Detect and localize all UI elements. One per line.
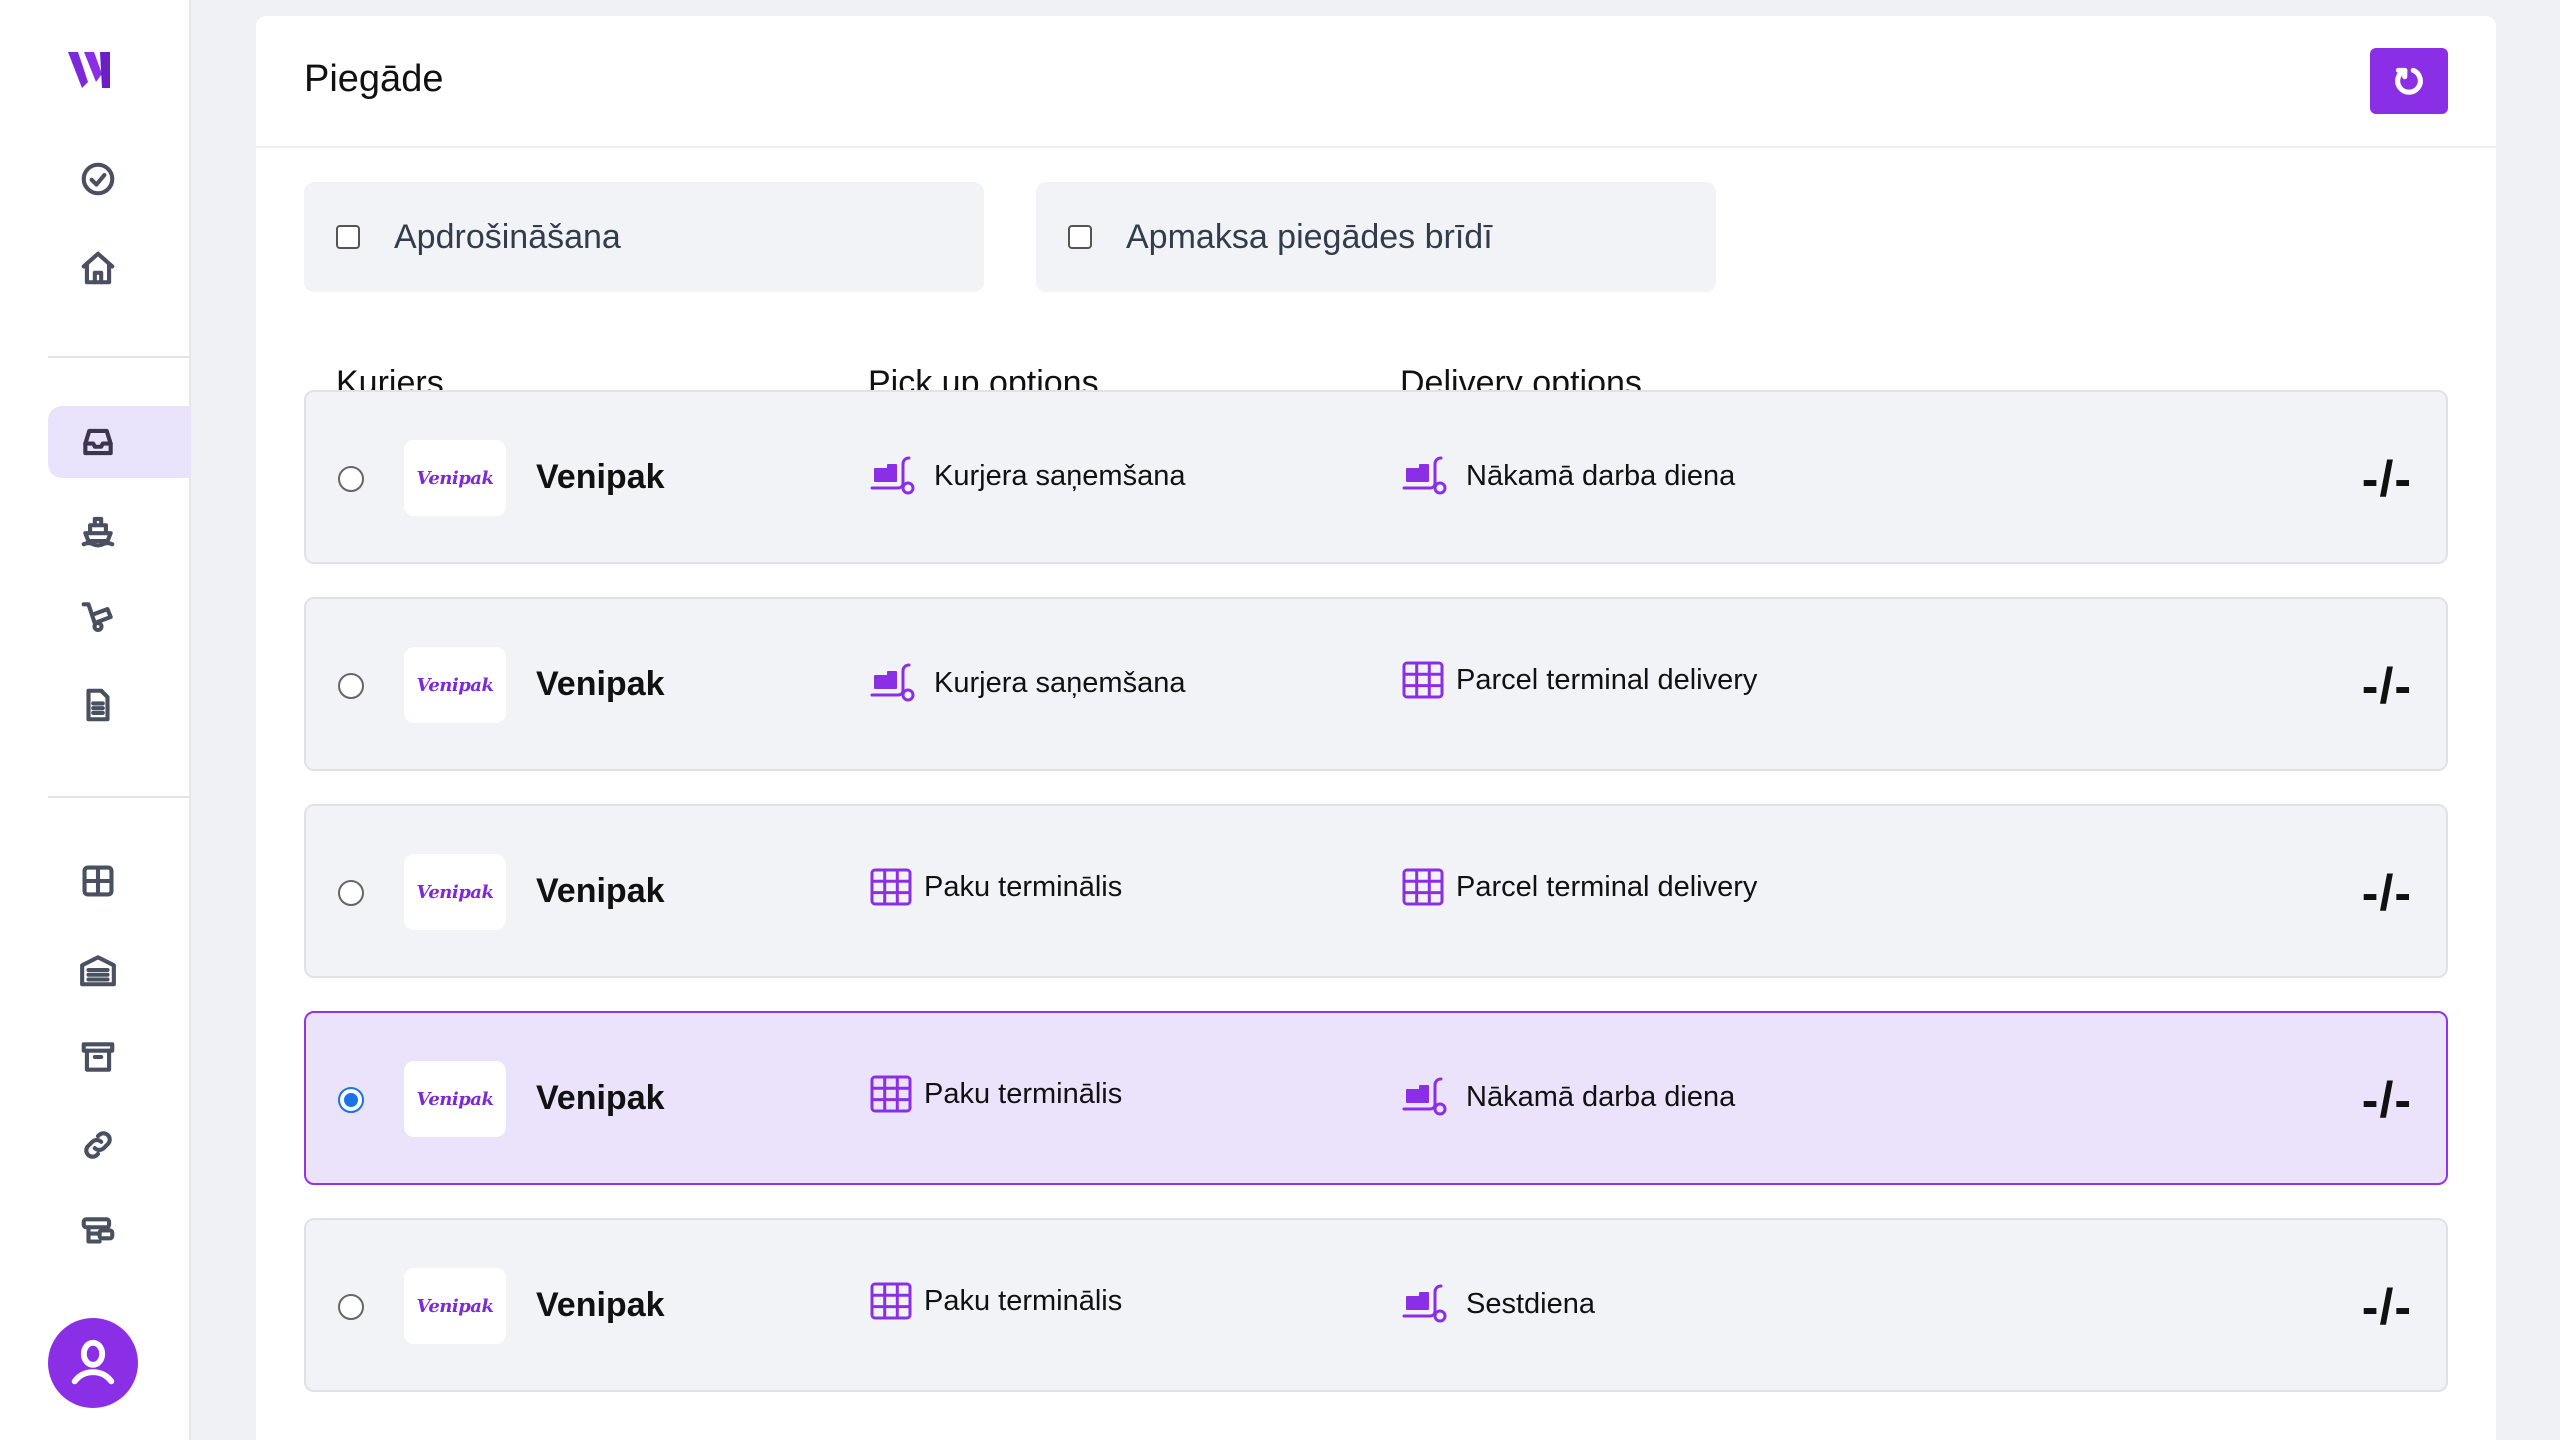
insurance-option[interactable]: Apdrošināšana (304, 182, 984, 292)
pickup-option: Kurjera saņemšana (870, 454, 1185, 498)
price: -/- (2361, 1279, 2412, 1335)
carrier-name: Venipak (536, 458, 665, 496)
parcel-terminal-icon (870, 1282, 912, 1320)
delivery-option: Parcel terminal delivery (1402, 868, 1757, 906)
delivery-option: Sestdiena (1402, 1282, 1595, 1326)
carrier-name: Venipak (536, 665, 665, 703)
pickup-option: Paku terminālis (870, 868, 1122, 906)
courier-radio[interactable] (338, 880, 364, 906)
sidebar-item-warehouse[interactable] (48, 934, 191, 1006)
carrier-logo: Venipak (404, 1268, 506, 1344)
parcel-terminal-icon (870, 868, 912, 906)
delivery-option: Nākamā darba diena (1402, 454, 1735, 498)
user-icon (71, 1339, 115, 1385)
delivery-option-label: Parcel terminal delivery (1456, 870, 1758, 903)
carrier-name: Venipak (536, 1286, 665, 1324)
sidebar-item-pickups[interactable] (48, 581, 191, 653)
pickup-option-label: Paku terminālis (924, 1284, 1123, 1317)
delivery-option-label: Parcel terminal delivery (1456, 663, 1758, 696)
cod-label: Apmaksa piegādes brīdī (1126, 217, 1493, 256)
sidebar-item-home[interactable] (48, 232, 191, 304)
courier-truck-icon (1402, 456, 1447, 495)
carrier-name: Venipak (536, 1079, 665, 1117)
delivery-option-label: Nākamā darba diena (1466, 459, 1736, 492)
price: -/- (2361, 865, 2412, 921)
insurance-label: Apdrošināšana (394, 217, 621, 256)
check-circle-icon (81, 162, 114, 196)
inbox-icon (82, 428, 113, 456)
courier-radio[interactable] (338, 1294, 364, 1320)
parcel-terminal-icon (1402, 868, 1444, 906)
carrier-logo: Venipak (404, 854, 506, 930)
sidebar-item-inbox[interactable] (48, 406, 191, 478)
sidebar-item-shipping[interactable] (48, 494, 191, 566)
archive-icon (81, 1042, 114, 1072)
pickup-option: Paku terminālis (870, 1075, 1122, 1113)
delivery-option: Nākamā darba diena (1402, 1075, 1735, 1119)
home-icon (81, 251, 114, 285)
price: -/- (2361, 451, 2412, 507)
pickup-option-label: Paku terminālis (924, 870, 1123, 903)
sidebar-divider (48, 796, 191, 798)
carrier-logo-text: Venipak (416, 1088, 494, 1110)
carrier-logo: Venipak (404, 440, 506, 516)
carrier-logo-text: Venipak (416, 1295, 494, 1317)
refresh-icon (2395, 67, 2423, 95)
grid-icon (81, 865, 114, 897)
pickup-option-label: Kurjera saņemšana (934, 666, 1186, 699)
sidebar-item-settings[interactable] (48, 1196, 191, 1268)
courier-truck-icon (1402, 1284, 1447, 1323)
sidebar-item-documents[interactable] (48, 669, 191, 741)
carrier-logo-text: Venipak (416, 881, 494, 903)
carrier-name: Venipak (536, 872, 665, 910)
parcel-terminal-icon (870, 1075, 912, 1113)
hand-truck-icon (81, 602, 113, 633)
courier-row[interactable]: Venipak Venipak Paku terminālis Sestdiena -/… (304, 1218, 2448, 1392)
sidebar-item-integrations[interactable] (48, 1109, 191, 1181)
courier-truck-icon (1402, 1077, 1447, 1116)
carrier-logo-text: Venipak (416, 467, 494, 489)
courier-row[interactable]: Venipak Venipak Kurjera saņemšana Nākamā da… (304, 390, 2448, 564)
insurance-checkbox[interactable] (336, 225, 360, 249)
cod-checkbox[interactable] (1068, 225, 1092, 249)
sidebar (0, 0, 191, 1440)
carrier-logo-text: Venipak (416, 674, 494, 696)
venipak-logo-icon[interactable] (66, 48, 114, 92)
pickup-option: Kurjera saņemšana (870, 661, 1185, 705)
sidebar-item-dashboard[interactable] (48, 845, 191, 917)
parcel-terminal-icon (1402, 661, 1444, 699)
pickup-option-label: Paku terminālis (924, 1077, 1123, 1110)
ship-icon (81, 516, 114, 548)
delivery-card: Piegāde Apdrošināšana Apmaksa piegādes b… (256, 16, 2496, 1440)
document-icon (85, 688, 110, 722)
user-avatar[interactable] (48, 1318, 138, 1408)
price: -/- (2361, 658, 2412, 714)
price: -/- (2361, 1072, 2412, 1128)
refresh-button[interactable] (2370, 48, 2448, 114)
delivery-option: Parcel terminal delivery (1402, 661, 1757, 699)
carrier-logo: Venipak (404, 1061, 506, 1137)
pickup-option: Paku terminālis (870, 1282, 1122, 1320)
carrier-logo: Venipak (404, 647, 506, 723)
link-icon (83, 1131, 112, 1159)
sidebar-item-archive[interactable] (48, 1021, 191, 1093)
cod-option[interactable]: Apmaksa piegādes brīdī (1036, 182, 1716, 292)
sidebar-divider (48, 356, 191, 358)
layers-icon (81, 1217, 114, 1244)
pickup-option-label: Kurjera saņemšana (934, 459, 1186, 492)
courier-row[interactable]: Venipak Venipak Kurjera saņemšana Parcel te… (304, 597, 2448, 771)
courier-row[interactable]: Venipak Venipak Paku terminālis Nākamā darb… (304, 1011, 2448, 1185)
courier-radio[interactable] (338, 466, 364, 492)
courier-row[interactable]: Venipak Venipak Paku terminālis Parcel term… (304, 804, 2448, 978)
warehouse-icon (79, 955, 116, 987)
card-header: Piegāde (256, 16, 2496, 148)
sidebar-item-tasks[interactable] (48, 143, 191, 215)
courier-truck-icon (870, 456, 915, 495)
delivery-option-label: Nākamā darba diena (1466, 1080, 1736, 1113)
page-title: Piegāde (304, 58, 444, 100)
courier-radio[interactable] (338, 673, 364, 699)
courier-radio[interactable] (338, 1087, 364, 1113)
courier-truck-icon (870, 663, 915, 702)
delivery-option-label: Sestdiena (1466, 1287, 1595, 1320)
